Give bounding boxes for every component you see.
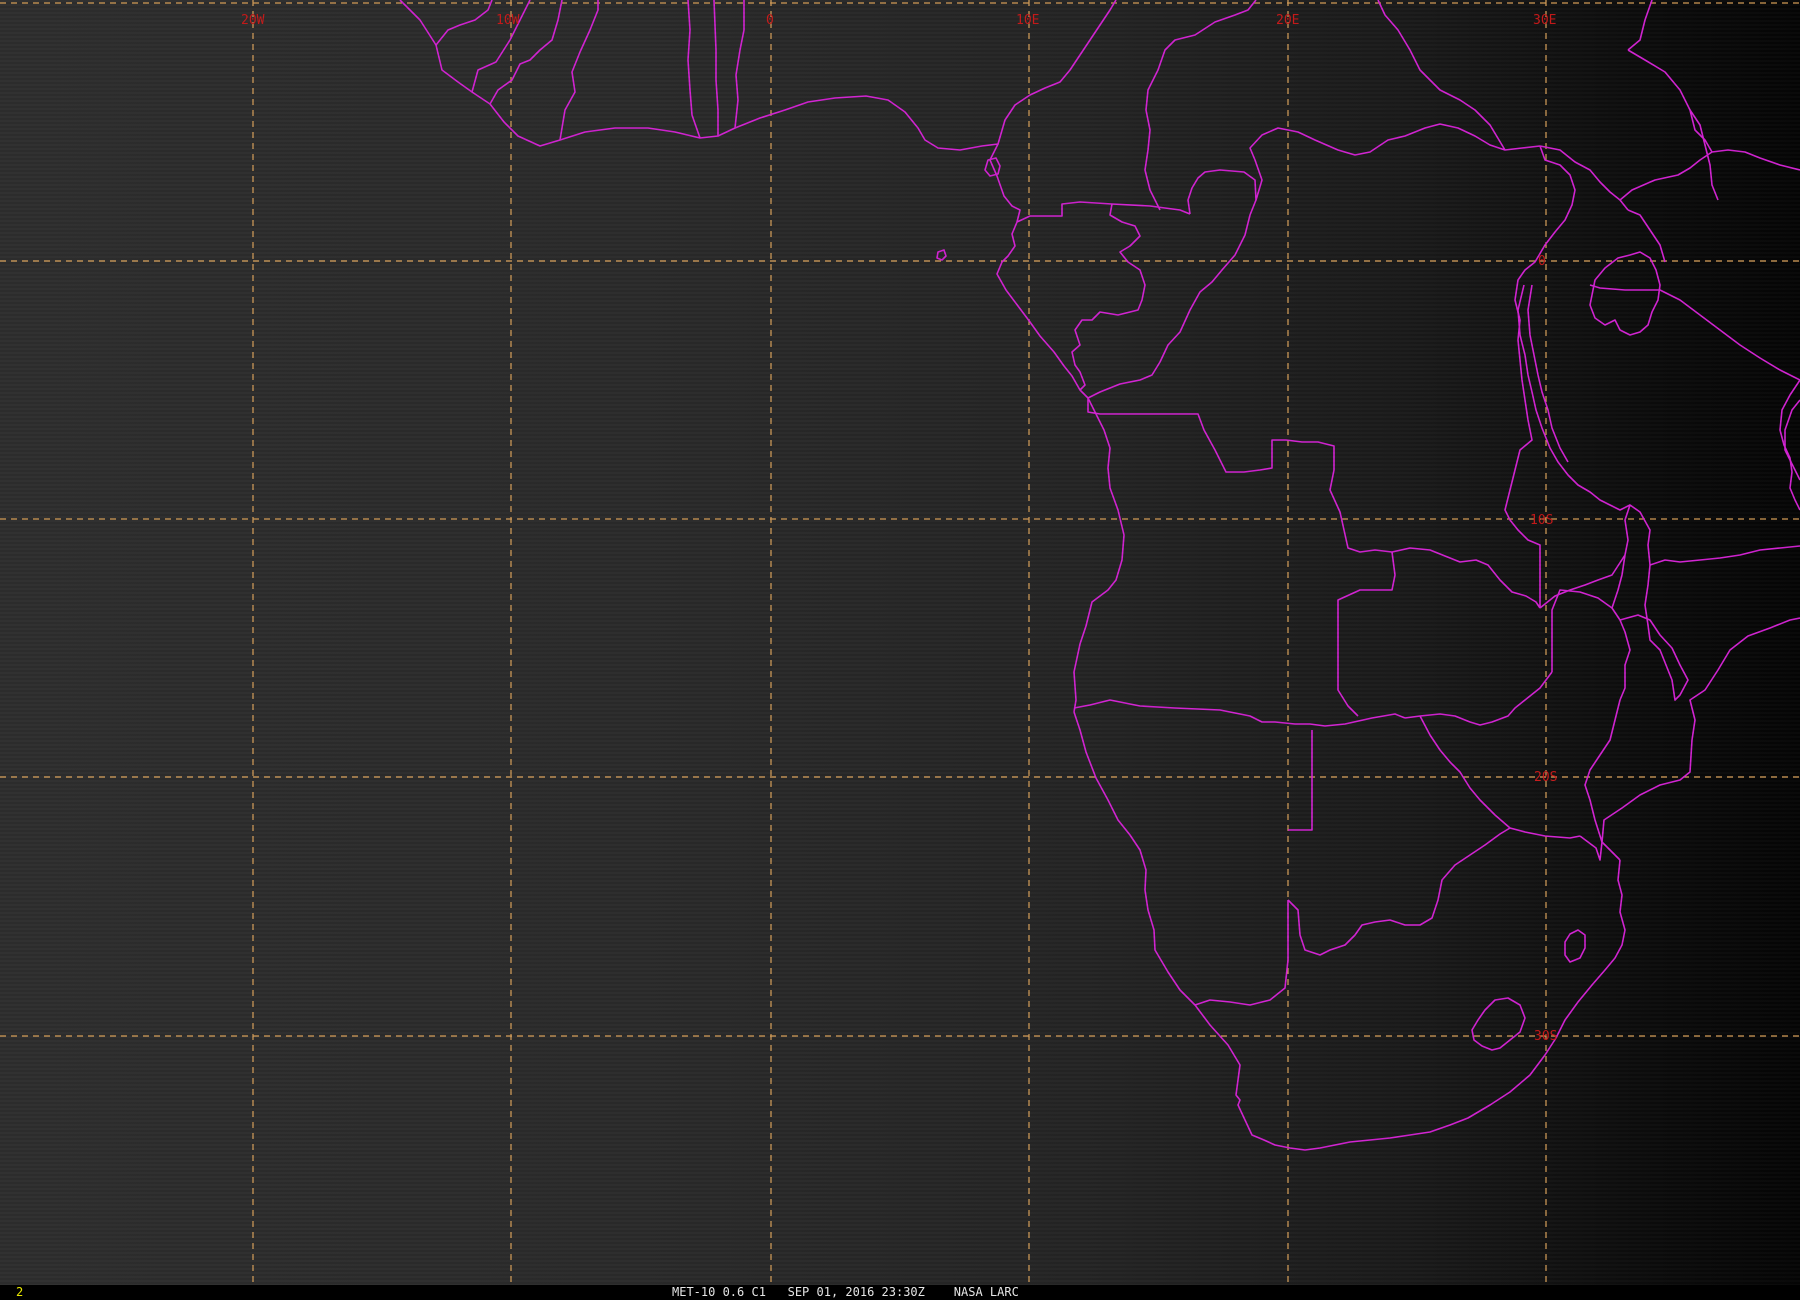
boundary-chad-sudan [1377, 0, 1506, 151]
coastline-east-africa [1779, 379, 1800, 511]
boundary-drc-east [1504, 145, 1576, 608]
boundary-botswana-south-africa [1287, 827, 1511, 956]
frame-number: 2 [16, 1285, 24, 1299]
lake-tanganyika [1517, 284, 1631, 511]
longitude-labels: 20W 10W 0 10E 20E 30E [241, 13, 1556, 28]
boundary-angola-zambia [1337, 551, 1396, 717]
boundary-south-sudan-ethiopia [1689, 109, 1719, 201]
image-datetime: SEP 01, 2016 23:30Z [787, 1285, 925, 1299]
island-sao-tome [936, 249, 947, 261]
status-bar: 2 MET-10 0.6 C1 SEP 01, 2016 23:30Z NASA… [0, 1285, 1800, 1300]
boundary-tanzania-mozambique [1649, 545, 1800, 566]
lon-label-30e: 30E [1533, 13, 1556, 28]
boundary-zimbabwe-mozambique [1551, 589, 1631, 861]
lake-victoria [1589, 251, 1661, 336]
lon-label-10e: 10E [1016, 13, 1039, 28]
boundary-ghana-togo [687, 0, 701, 139]
boundary-ethiopia-west [1627, 49, 1713, 153]
lat-label-30s: 30S [1534, 1029, 1557, 1044]
boundary-zambia-zimbabwe [1404, 671, 1553, 726]
coastline-mozambique [1601, 617, 1800, 861]
boundary-ethiopia-sudan [1627, 0, 1653, 51]
latitude-labels: 0 10S 20S 30S [1530, 254, 1557, 1044]
boundary-tanzania-north [1589, 284, 1800, 381]
boundary-equatorial-guinea [1016, 201, 1191, 223]
boundary-lesotho [1471, 997, 1526, 1051]
image-caption: MET-10 0.6 C1 SEP 01, 2016 23:30Z NASA L… [672, 1285, 1019, 1300]
graticule [0, 0, 1800, 1285]
boundary-namibia-botswana [1288, 730, 1313, 831]
boundary-eswatini [1564, 929, 1586, 963]
coastline-madagascar-fragment [1784, 399, 1800, 481]
boundary-benin-nigeria [734, 0, 745, 129]
boundary-drc-angola [1087, 398, 1541, 609]
boundary-tanzania-south [1539, 554, 1626, 609]
lon-label-20e: 20E [1276, 13, 1299, 28]
coastline-west-africa [399, 0, 1125, 713]
political-boundaries [399, 0, 1800, 1151]
lat-label-10s: 10S [1530, 513, 1553, 528]
boundary-cameroon-chad [1144, 0, 1257, 211]
boundary-gabon-congo [1071, 203, 1146, 391]
satellite-channel: MET-10 0.6 C1 [672, 1285, 766, 1299]
boundary-namibia-south-africa [1194, 900, 1289, 1006]
lon-label-0: 0 [766, 13, 774, 28]
lon-label-10w: 10W [496, 13, 520, 28]
lon-label-20w: 20W [241, 13, 265, 28]
boundary-sudan-south-sudan [1539, 145, 1629, 211]
boundary-cote-divoire-ghana [559, 0, 599, 141]
lat-label-0: 0 [1538, 254, 1546, 269]
map-overlay: 20W 10W 0 10E 20E 30E 0 10S 20S 30S [0, 0, 1800, 1285]
boundary-togo-benin [713, 0, 719, 136]
boundary-kenya-somalia [1619, 149, 1800, 201]
boundary-malawi [1611, 504, 1689, 701]
satellite-image-viewport: 20W 10W 0 10E 20E 30E 0 10S 20S 30S [0, 0, 1800, 1285]
lat-label-20s: 20S [1534, 770, 1557, 785]
lake-tanganyika-east [1527, 284, 1569, 463]
data-source: NASA LARC [953, 1285, 1019, 1299]
boundary-guinea-sierra-leone [435, 0, 493, 46]
